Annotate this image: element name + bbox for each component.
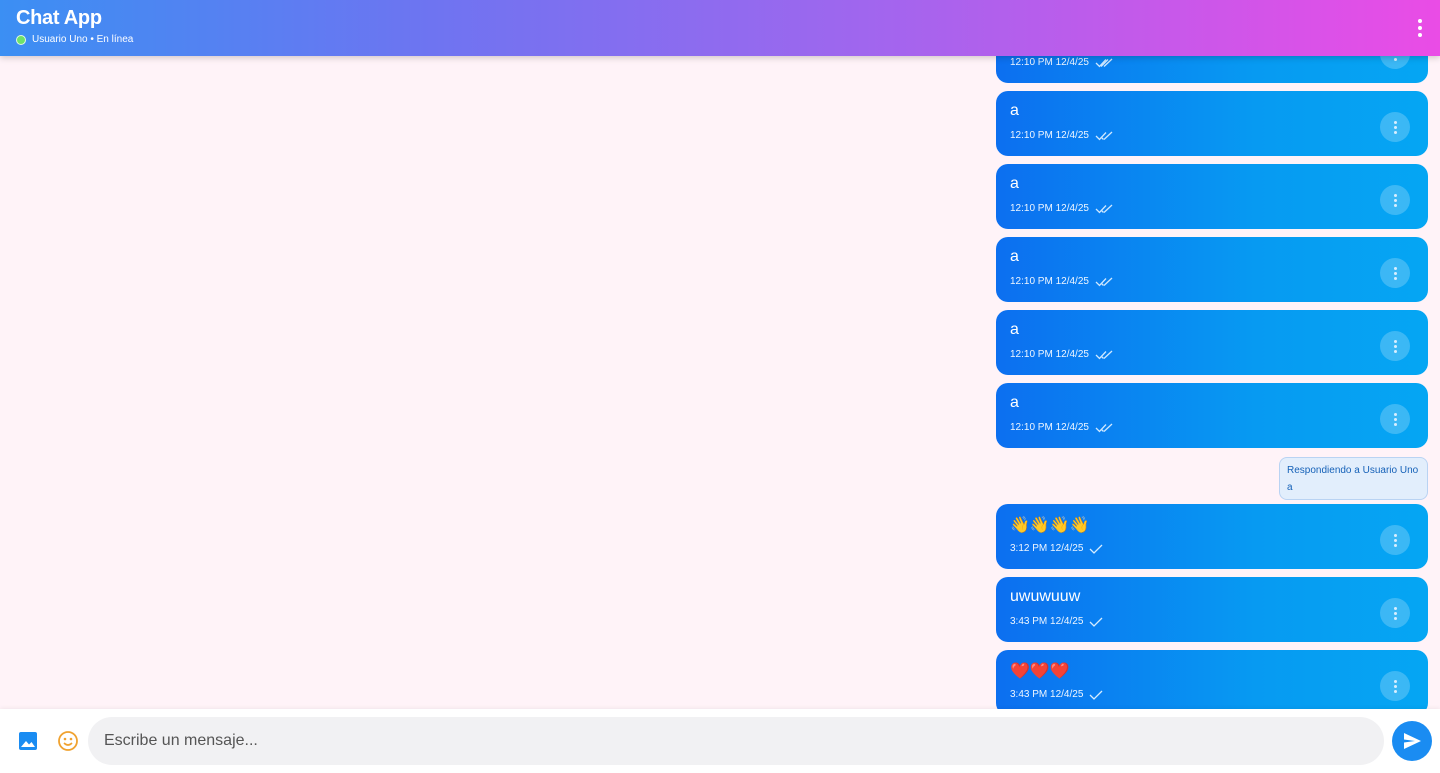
message-meta: 3:43 PM 12/4/25 bbox=[1010, 689, 1103, 700]
more-vert-icon[interactable] bbox=[1410, 16, 1430, 40]
message-time: 12:10 PM 12/4/25 bbox=[1010, 203, 1089, 214]
message-options-button[interactable] bbox=[1380, 331, 1410, 361]
double-check-icon bbox=[1095, 204, 1113, 213]
message-bubble[interactable]: a 12:10 PM 12/4/25 bbox=[996, 383, 1428, 448]
message-time: 12:10 PM 12/4/25 bbox=[1010, 276, 1089, 287]
send-button[interactable] bbox=[1392, 721, 1432, 761]
send-icon bbox=[1404, 733, 1421, 749]
message-bubble[interactable]: uwuwuuw 3:43 PM 12/4/25 bbox=[996, 577, 1428, 642]
double-check-icon bbox=[1095, 131, 1113, 140]
message-options-button[interactable] bbox=[1380, 525, 1410, 555]
message-time: 3:12 PM 12/4/25 bbox=[1010, 543, 1084, 554]
message-composer bbox=[0, 709, 1440, 773]
double-check-icon bbox=[1095, 277, 1113, 286]
message-meta: 12:10 PM 12/4/25 bbox=[1010, 422, 1113, 433]
contact-status-text: Usuario Uno • En línea bbox=[32, 34, 134, 45]
check-icon bbox=[1089, 544, 1103, 554]
contact-status: Usuario Uno • En línea bbox=[16, 34, 133, 45]
message-text: a bbox=[1010, 175, 1019, 192]
double-check-icon bbox=[1095, 423, 1113, 432]
message-text: a bbox=[1010, 321, 1019, 338]
message-time: 12:10 PM 12/4/25 bbox=[1010, 57, 1089, 68]
message-bubble[interactable]: a 12:10 PM 12/4/25 bbox=[996, 164, 1428, 229]
message-list[interactable]: 12:10 PM 12/4/25 a 12:10 PM 12/4/25 a 12… bbox=[0, 0, 1440, 709]
message-text: 👋👋👋👋 bbox=[1010, 517, 1090, 534]
message-text: a bbox=[1010, 394, 1019, 411]
message-meta: 12:10 PM 12/4/25 bbox=[1010, 276, 1113, 287]
message-meta: 3:43 PM 12/4/25 bbox=[1010, 616, 1103, 627]
reply-preview-text: a bbox=[1287, 482, 1293, 493]
message-text: ❤️❤️❤️ bbox=[1010, 663, 1070, 680]
online-status-icon bbox=[16, 34, 26, 45]
check-icon bbox=[1089, 690, 1103, 700]
app-header: Chat App Usuario Uno • En línea bbox=[0, 0, 1440, 56]
message-text: a bbox=[1010, 102, 1019, 119]
message-bubble[interactable]: a 12:10 PM 12/4/25 bbox=[996, 310, 1428, 375]
message-time: 12:10 PM 12/4/25 bbox=[1010, 130, 1089, 141]
message-bubble[interactable]: 👋👋👋👋 3:12 PM 12/4/25 bbox=[996, 504, 1428, 569]
emoji-icon[interactable] bbox=[57, 730, 79, 752]
message-options-button[interactable] bbox=[1380, 112, 1410, 142]
image-icon[interactable] bbox=[17, 730, 39, 752]
message-meta: 3:12 PM 12/4/25 bbox=[1010, 543, 1103, 554]
message-bubble[interactable]: a 12:10 PM 12/4/25 bbox=[996, 237, 1428, 302]
message-text: a bbox=[1010, 248, 1019, 265]
message-time: 3:43 PM 12/4/25 bbox=[1010, 689, 1084, 700]
message-meta: 12:10 PM 12/4/25 bbox=[1010, 203, 1113, 214]
message-time: 12:10 PM 12/4/25 bbox=[1010, 349, 1089, 360]
message-meta: 12:10 PM 12/4/25 bbox=[1010, 57, 1113, 68]
message-options-button[interactable] bbox=[1380, 598, 1410, 628]
message-input[interactable] bbox=[88, 717, 1384, 765]
check-icon bbox=[1089, 617, 1103, 627]
message-options-button[interactable] bbox=[1380, 404, 1410, 434]
message-text: uwuwuuw bbox=[1010, 588, 1081, 605]
double-check-icon bbox=[1095, 58, 1113, 67]
message-time: 12:10 PM 12/4/25 bbox=[1010, 422, 1089, 433]
message-meta: 12:10 PM 12/4/25 bbox=[1010, 130, 1113, 141]
message-options-button[interactable] bbox=[1380, 258, 1410, 288]
message-bubble[interactable]: a 12:10 PM 12/4/25 bbox=[996, 91, 1428, 156]
message-bubble[interactable]: ❤️❤️❤️ 3:43 PM 12/4/25 bbox=[996, 650, 1428, 709]
reply-preview-title: Respondiendo a Usuario Uno bbox=[1287, 465, 1419, 476]
double-check-icon bbox=[1095, 350, 1113, 359]
message-time: 3:43 PM 12/4/25 bbox=[1010, 616, 1084, 627]
message-options-button[interactable] bbox=[1380, 185, 1410, 215]
reply-preview[interactable]: Respondiendo a Usuario Uno a bbox=[1279, 457, 1428, 500]
message-meta: 12:10 PM 12/4/25 bbox=[1010, 349, 1113, 360]
message-options-button[interactable] bbox=[1380, 671, 1410, 701]
app-title: Chat App bbox=[16, 7, 102, 29]
